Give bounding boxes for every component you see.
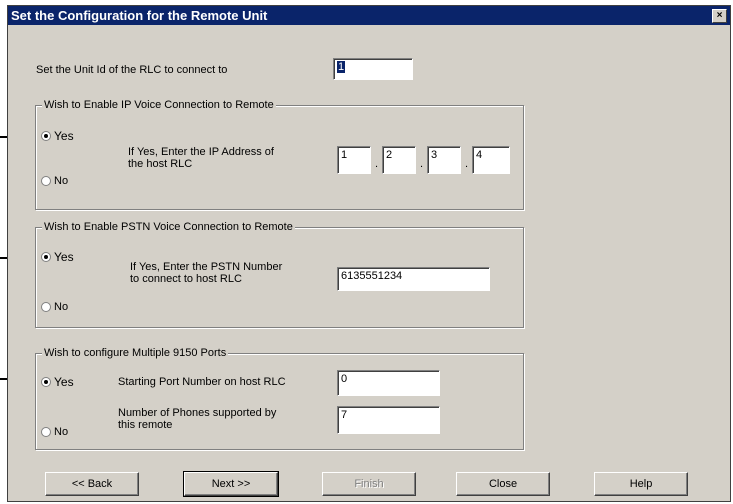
radio-selected-icon xyxy=(41,131,51,141)
title-bar: Set the Configuration for the Remote Uni… xyxy=(8,6,730,25)
next-button[interactable]: Next >> xyxy=(183,471,279,497)
phones-count-label: Number of Phones supported by this remot… xyxy=(118,407,328,431)
finish-button[interactable]: Finish xyxy=(322,472,416,496)
ip-prompt-line2: the host RLC xyxy=(128,158,193,170)
ports-yes-radio[interactable]: Yes xyxy=(41,375,74,389)
ports-no-label: No xyxy=(54,426,69,438)
radio-unselected-icon xyxy=(41,302,51,312)
close-button[interactable]: Close xyxy=(456,472,550,496)
help-button[interactable]: Help xyxy=(594,472,688,496)
pstn-voice-yes-radio[interactable]: Yes xyxy=(41,250,74,264)
ip-separator: . xyxy=(465,158,469,170)
back-button[interactable]: << Back xyxy=(45,472,139,496)
ip-voice-yes-radio[interactable]: Yes xyxy=(41,129,74,143)
ip-octet-3-input[interactable]: 3 xyxy=(427,146,461,174)
ip-voice-no-label: No xyxy=(54,175,69,187)
multiple-ports-group-legend: Wish to configure Multiple 9150 Ports xyxy=(42,347,229,359)
ip-voice-no-radio[interactable]: No xyxy=(41,175,68,187)
radio-unselected-icon xyxy=(41,427,51,437)
pstn-voice-no-radio[interactable]: No xyxy=(41,301,68,313)
radio-unselected-icon xyxy=(41,176,51,186)
ip-voice-group-legend: Wish to Enable IP Voice Connection to Re… xyxy=(42,99,276,111)
ip-separator: . xyxy=(420,158,424,170)
dialog-title: Set the Configuration for the Remote Uni… xyxy=(11,8,268,23)
radio-selected-icon xyxy=(41,377,51,387)
pstn-voice-no-label: No xyxy=(54,301,69,313)
ip-octet-2-input[interactable]: 2 xyxy=(382,146,416,174)
phones-count-input[interactable]: 7 xyxy=(337,406,440,434)
ip-octet-1-input[interactable]: 1 xyxy=(337,146,371,174)
pstn-number-input[interactable]: 6135551234 xyxy=(337,267,490,291)
ip-prompt-line1: If Yes, Enter the IP Address of xyxy=(128,146,274,158)
multiple-ports-group: Wish to configure Multiple 9150 Ports xyxy=(35,347,524,450)
start-port-label: Starting Port Number on host RLC xyxy=(118,376,286,388)
remote-unit-config-dialog: Set the Configuration for the Remote Uni… xyxy=(7,5,731,502)
ip-address-prompt: If Yes, Enter the IP Address of the host… xyxy=(128,146,328,170)
radio-selected-icon xyxy=(41,252,51,262)
pstn-voice-group-legend: Wish to Enable PSTN Voice Connection to … xyxy=(42,221,295,233)
start-port-input[interactable]: 0 xyxy=(337,370,440,396)
pstn-number-prompt: If Yes, Enter the PSTN Number to connect… xyxy=(130,261,330,285)
pstn-prompt-line1: If Yes, Enter the PSTN Number xyxy=(130,261,283,273)
unit-id-label: Set the Unit Id of the RLC to connect to xyxy=(36,64,228,76)
close-window-button[interactable]: × xyxy=(712,9,727,23)
ports-yes-label: Yes xyxy=(54,375,74,389)
phones-label-line1: Number of Phones supported by xyxy=(118,407,277,419)
ports-no-radio[interactable]: No xyxy=(41,426,68,438)
phones-label-line2: this remote xyxy=(118,419,173,431)
unit-id-input[interactable]: 1 xyxy=(333,58,413,80)
pstn-prompt-line2: to connect to host RLC xyxy=(130,273,242,285)
ip-voice-yes-label: Yes xyxy=(54,129,74,143)
ip-octet-4-input[interactable]: 4 xyxy=(472,146,510,174)
unit-id-value: 1 xyxy=(337,61,346,73)
ip-separator: . xyxy=(375,158,379,170)
pstn-voice-yes-label: Yes xyxy=(54,250,74,264)
